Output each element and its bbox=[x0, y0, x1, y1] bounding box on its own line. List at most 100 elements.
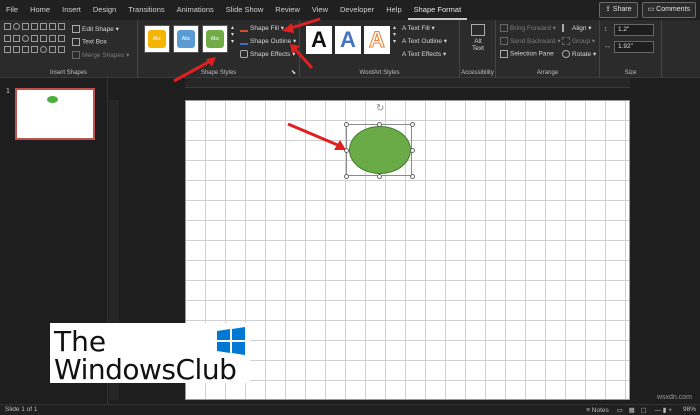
shape-fill-label: Shape Fill bbox=[250, 25, 279, 32]
tab-insert[interactable]: Insert bbox=[56, 0, 87, 20]
alt-text-button[interactable]: Alt Text bbox=[464, 24, 492, 52]
slide-canvas[interactable]: ↻ bbox=[185, 100, 630, 400]
arrange-group-label: Arrange bbox=[536, 70, 559, 76]
tab-developer[interactable]: Developer bbox=[334, 0, 380, 20]
watermark-line2: WindowsClub bbox=[54, 353, 237, 386]
comments-label: Comments bbox=[656, 6, 690, 13]
tab-shape-format[interactable]: Shape Format bbox=[407, 0, 468, 20]
align-icon bbox=[562, 24, 570, 33]
arrow-to-shape-outline bbox=[290, 44, 314, 70]
arrow-to-ellipse bbox=[287, 122, 346, 150]
pen-icon bbox=[240, 37, 248, 46]
resize-handle-t[interactable] bbox=[377, 122, 382, 127]
bring-forward-button[interactable]: Bring Forward ▾ bbox=[500, 24, 556, 33]
text-box-icon bbox=[72, 38, 80, 46]
wordart-preset-2[interactable]: A bbox=[335, 26, 361, 54]
tab-home[interactable]: Home bbox=[24, 0, 56, 20]
group-arrange: Bring Forward ▾ Send Backward ▾ Selectio… bbox=[496, 20, 600, 78]
edit-shape-label: Edit Shape bbox=[82, 26, 114, 33]
resize-handle-tr[interactable] bbox=[410, 122, 415, 127]
effects-icon bbox=[240, 50, 248, 59]
text-box-button[interactable]: Text Box bbox=[72, 38, 107, 46]
tab-design[interactable]: Design bbox=[87, 0, 122, 20]
green-ellipse-shape[interactable] bbox=[349, 126, 411, 174]
horizontal-ruler bbox=[185, 78, 630, 88]
shape-gallery[interactable] bbox=[4, 23, 65, 57]
text-outline-button[interactable]: A Text Outline ▾ bbox=[402, 37, 447, 45]
wordart-preset-3[interactable]: A bbox=[364, 26, 390, 54]
slide-sorter-icon[interactable]: ▦ bbox=[629, 407, 635, 414]
text-effects-button[interactable]: A Text Effects ▾ bbox=[402, 50, 446, 58]
text-fill-button[interactable]: A Text Fill ▾ bbox=[402, 24, 435, 32]
shape-style-preset-1[interactable]: Abc bbox=[144, 25, 170, 53]
notes-label: Notes bbox=[591, 407, 609, 414]
edit-shape-icon bbox=[72, 25, 80, 34]
rotate-label: Rotate bbox=[572, 51, 592, 58]
menu-right-actions: ⇪ Share ▭ Comments bbox=[599, 2, 696, 18]
send-backward-button[interactable]: Send Backward ▾ bbox=[500, 37, 561, 46]
alt-text-icon bbox=[471, 24, 485, 36]
resize-handle-br[interactable] bbox=[410, 174, 415, 179]
group-label: Group bbox=[572, 38, 591, 45]
status-right-controls: ≡ Notes ▭ ▦ ▢ — ▮ + bbox=[586, 406, 672, 414]
group-accessibility: Alt Text Accessibility bbox=[460, 20, 496, 78]
zoom-slider[interactable]: — ▮ + bbox=[655, 407, 673, 414]
bring-forward-icon bbox=[500, 24, 508, 33]
text-outline-label: Text Outline bbox=[407, 38, 442, 45]
rotate-button[interactable]: Rotate ▾ bbox=[562, 50, 596, 59]
send-backward-icon bbox=[500, 37, 508, 46]
style-gallery-scroll-icon[interactable]: ▴ ▾ ▾ bbox=[231, 24, 234, 45]
selection-pane-button[interactable]: Selection Pane bbox=[500, 50, 554, 58]
resize-handle-r[interactable] bbox=[410, 148, 415, 153]
reading-view-icon[interactable]: ▢ bbox=[641, 407, 647, 414]
edit-shape-button[interactable]: Edit Shape ▾ bbox=[72, 25, 119, 34]
size-group-label: Size bbox=[624, 70, 637, 76]
width-field[interactable]: 1.92" bbox=[614, 41, 654, 53]
share-button[interactable]: ⇪ Share bbox=[599, 2, 638, 18]
bring-forward-label: Bring Forward bbox=[510, 25, 551, 32]
paint-bucket-icon bbox=[240, 24, 248, 33]
alt-text-label-2: Text bbox=[472, 45, 484, 52]
height-value: 1.2" bbox=[618, 26, 630, 33]
shape-style-preset-3[interactable]: Abc bbox=[202, 25, 228, 53]
shape-outline-label: Shape Outline bbox=[250, 38, 292, 45]
align-button[interactable]: Align ▾ bbox=[562, 24, 592, 33]
rotate-icon bbox=[562, 50, 570, 59]
shape-style-preset-1-label: Abc bbox=[148, 30, 166, 48]
shape-fill-button[interactable]: Shape Fill ▾ bbox=[240, 24, 284, 33]
comments-button[interactable]: ▭ Comments bbox=[641, 2, 696, 18]
merge-shapes-button[interactable]: Merge Shapes ▾ bbox=[72, 51, 129, 60]
status-bar: Slide 1 of 1 ≡ Notes ▭ ▦ ▢ — ▮ + 98% bbox=[0, 404, 700, 415]
height-field[interactable]: 1.2" bbox=[614, 24, 654, 36]
wordart-styles-group-label: WordArt Styles bbox=[359, 70, 400, 76]
tab-slide-show[interactable]: Slide Show bbox=[220, 0, 270, 20]
zoom-level[interactable]: 98% bbox=[683, 406, 696, 413]
insert-shapes-group-label: Insert Shapes bbox=[49, 70, 88, 76]
shape-style-preset-2-label: Abc bbox=[177, 30, 195, 48]
tab-help[interactable]: Help bbox=[380, 0, 407, 20]
tab-transitions[interactable]: Transitions bbox=[122, 0, 170, 20]
shape-style-preset-2[interactable]: Abc bbox=[173, 25, 199, 53]
width-icon: ↔ bbox=[604, 43, 611, 50]
tab-animations[interactable]: Animations bbox=[171, 0, 220, 20]
align-label: Align bbox=[572, 25, 587, 32]
wordart-gallery-scroll-icon[interactable]: ▴ ▾ ▾ bbox=[393, 24, 396, 45]
text-effects-label: Text Effects bbox=[407, 51, 442, 58]
slide-thumbnail[interactable] bbox=[15, 88, 95, 140]
tab-file[interactable]: File bbox=[0, 0, 24, 20]
slide-info: Slide 1 of 1 bbox=[5, 406, 38, 413]
group-icon bbox=[562, 37, 570, 46]
comment-icon: ▭ bbox=[647, 6, 657, 13]
arrow-to-style-preset bbox=[173, 57, 216, 83]
resize-handle-b[interactable] bbox=[377, 174, 382, 179]
menu-bar: File Home Insert Design Transitions Anim… bbox=[0, 0, 700, 20]
group-wordart-styles: A A A ▴ ▾ ▾ A Text Fill ▾ A Text Outline ▾… bbox=[300, 20, 460, 78]
group-objects-button[interactable]: Group ▾ bbox=[562, 37, 595, 46]
notes-button[interactable]: ≡ Notes bbox=[586, 407, 609, 414]
resize-handle-bl[interactable] bbox=[344, 174, 349, 179]
selection-pane-icon bbox=[500, 50, 508, 58]
share-label: Share bbox=[612, 6, 632, 13]
rotate-handle-icon[interactable]: ↻ bbox=[376, 103, 384, 114]
thumbnail-ellipse bbox=[47, 96, 58, 103]
normal-view-icon[interactable]: ▭ bbox=[617, 407, 623, 414]
